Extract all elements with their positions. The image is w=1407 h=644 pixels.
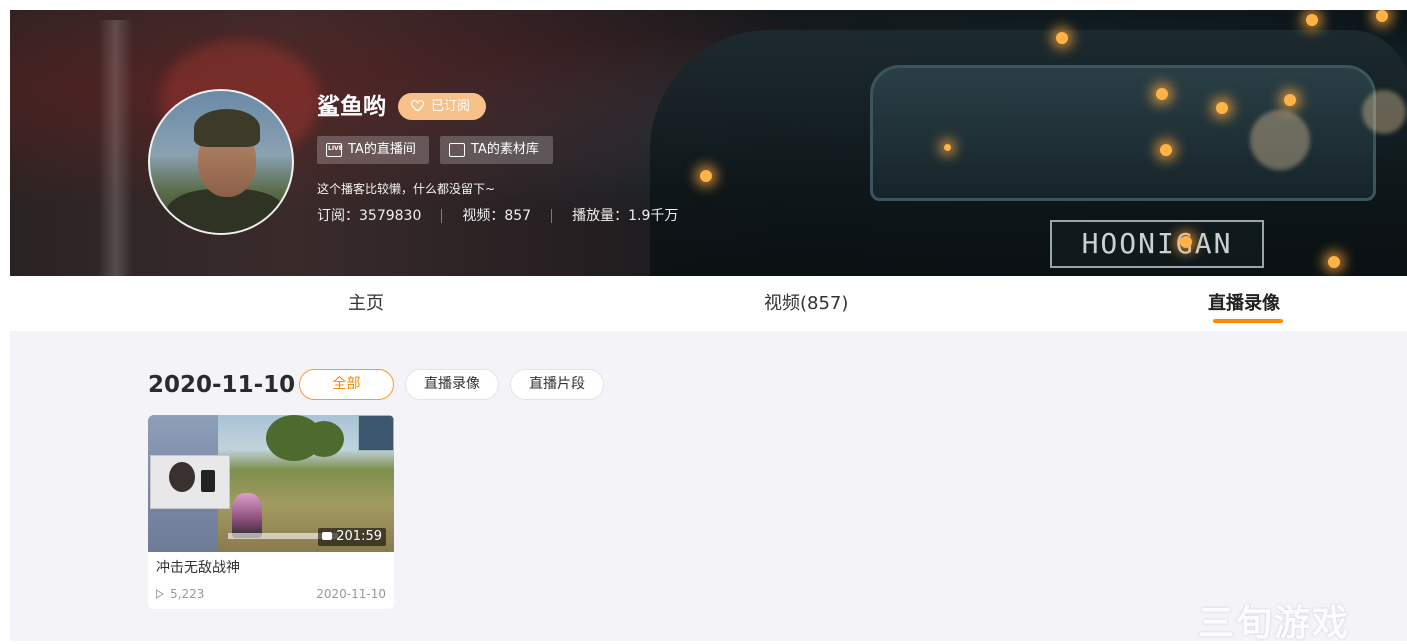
stat-label: 视频： <box>462 208 505 224</box>
video-date: 2020-11-10 <box>316 587 386 601</box>
avatar[interactable] <box>148 89 294 235</box>
play-icon <box>156 589 164 599</box>
banner-light <box>1180 236 1192 248</box>
profile-tabs: 主页 视频(857) 直播录像 <box>10 276 1407 331</box>
material-icon <box>449 143 465 157</box>
filter-all[interactable]: 全部 <box>299 369 394 400</box>
thumbnail-player <box>232 493 262 538</box>
live-icon: LIVE <box>326 143 343 157</box>
thumbnail-minimap <box>358 415 394 451</box>
stat-videos: 视频： 857 <box>462 206 531 226</box>
duration-text: 201:59 <box>336 529 382 544</box>
thumbnail-facecam <box>150 455 230 509</box>
stat-label: 播放量： <box>572 208 629 224</box>
video-title[interactable]: 冲击无敌战神 <box>156 558 240 578</box>
banner-light <box>1376 10 1388 22</box>
banner-light <box>1284 94 1296 106</box>
heart-icon <box>411 100 424 112</box>
subscribed-label: 已订阅 <box>431 99 471 114</box>
stat-subscribers: 订阅： 3579830 <box>317 206 421 226</box>
material-library-label: TA的素材库 <box>471 142 539 157</box>
tab-live-recordings[interactable]: 直播录像 <box>1208 291 1280 317</box>
banner-bokeh <box>1250 110 1310 170</box>
facecam-head <box>169 462 195 492</box>
filter-live-clips[interactable]: 直播片段 <box>510 369 604 400</box>
watermark: 三旬游戏 <box>1198 603 1351 644</box>
profile-stats: 订阅： 3579830 视频： 857 播放量： 1.9千万 <box>317 206 678 226</box>
bio-text: 这个播客比较懒，什么都没留下~ <box>317 182 496 196</box>
stat-plays: 播放量： 1.9千万 <box>572 206 678 226</box>
danmaku-icon <box>322 532 333 540</box>
stat-value: 857 <box>504 208 532 224</box>
live-room-label: TA的直播间 <box>348 142 416 157</box>
banner-light <box>1216 102 1228 114</box>
stat-label: 订阅： <box>317 208 359 224</box>
subscribed-button[interactable]: 已订阅 <box>398 93 486 120</box>
banner-light <box>700 170 712 182</box>
tab-home[interactable]: 主页 <box>348 291 384 317</box>
banner-light <box>1056 32 1068 44</box>
facecam-phone <box>201 470 215 492</box>
banner-light <box>1328 256 1340 268</box>
live-icon-text: LIVE <box>328 145 343 152</box>
banner-light <box>1306 14 1318 26</box>
date-heading: 2020-11-10 <box>148 372 296 398</box>
banner-light <box>1156 88 1168 100</box>
filter-live-recordings[interactable]: 直播录像 <box>405 369 499 400</box>
stat-divider <box>551 209 553 223</box>
banner-license-plate: HOONIGAN <box>1050 220 1264 268</box>
banner-light-streak <box>98 20 133 276</box>
banner-light <box>944 144 951 151</box>
material-library-button[interactable]: TA的素材库 <box>440 136 553 164</box>
video-views: 5,223 <box>156 585 204 603</box>
avatar-beanie <box>194 109 260 147</box>
thumbnail-tree <box>304 421 344 457</box>
stat-value: 3579830 <box>359 208 422 224</box>
stat-divider <box>441 209 443 223</box>
video-thumbnail[interactable]: 201:59 <box>148 415 394 552</box>
views-text: 5,223 <box>170 587 205 601</box>
active-tab-indicator <box>1213 319 1283 323</box>
tab-videos[interactable]: 视频(857) <box>764 291 848 317</box>
content-area: 2020-11-10 全部 直播录像 直播片段 201:59 冲击无敌战神 5,… <box>10 331 1407 641</box>
banner-bokeh <box>1362 90 1406 134</box>
streamer-name: 鲨鱼哟 <box>317 94 386 120</box>
banner-light <box>1160 144 1172 156</box>
video-card[interactable]: 201:59 冲击无敌战神 5,223 2020-11-10 <box>148 415 394 609</box>
stat-value: 1.9千万 <box>628 208 679 224</box>
live-room-button[interactable]: LIVE TA的直播间 <box>317 136 429 164</box>
video-duration: 201:59 <box>318 528 386 546</box>
